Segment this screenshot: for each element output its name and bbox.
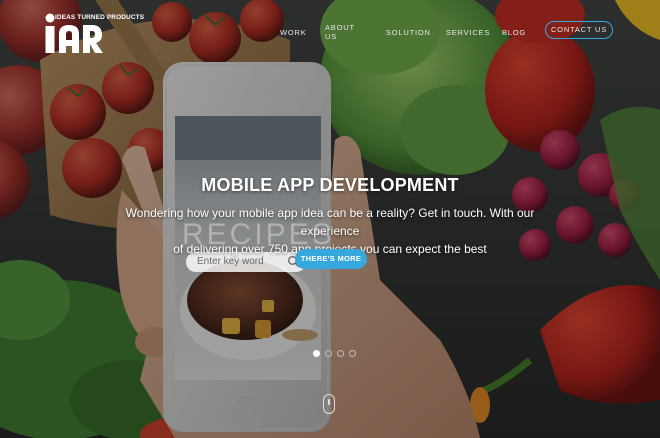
nav-item-blog[interactable]: BLOG [502, 28, 526, 37]
mouse-scroll-icon[interactable] [323, 394, 335, 414]
brand-logo[interactable]: IDEAS TURNED PRODUCTS [42, 12, 144, 54]
slider-dot-2[interactable] [325, 350, 332, 357]
nav-item-about-us[interactable]: ABOUT US [325, 23, 355, 41]
contact-us-button[interactable]: CONTACT US [545, 21, 613, 39]
slider-dot-1[interactable] [313, 350, 320, 357]
nav-item-services[interactable]: SERVICES [446, 28, 490, 37]
scroll-wheel-icon [328, 399, 330, 405]
slider-pagination [313, 350, 361, 358]
hero-subtitle-line-1: Wondering how your mobile app idea can b… [125, 206, 535, 238]
slider-dot-3[interactable] [337, 350, 344, 357]
brand-tagline: IDEAS TURNED PRODUCTS [55, 14, 145, 21]
theres-more-button[interactable]: THERE'S MORE [295, 249, 367, 269]
nav-item-solution[interactable]: SOLUTION [386, 28, 431, 37]
slider-dot-4[interactable] [349, 350, 356, 357]
hero-title: MOBILE APP DEVELOPMENT [201, 175, 459, 195]
nav-item-work[interactable]: WORK [280, 28, 307, 37]
